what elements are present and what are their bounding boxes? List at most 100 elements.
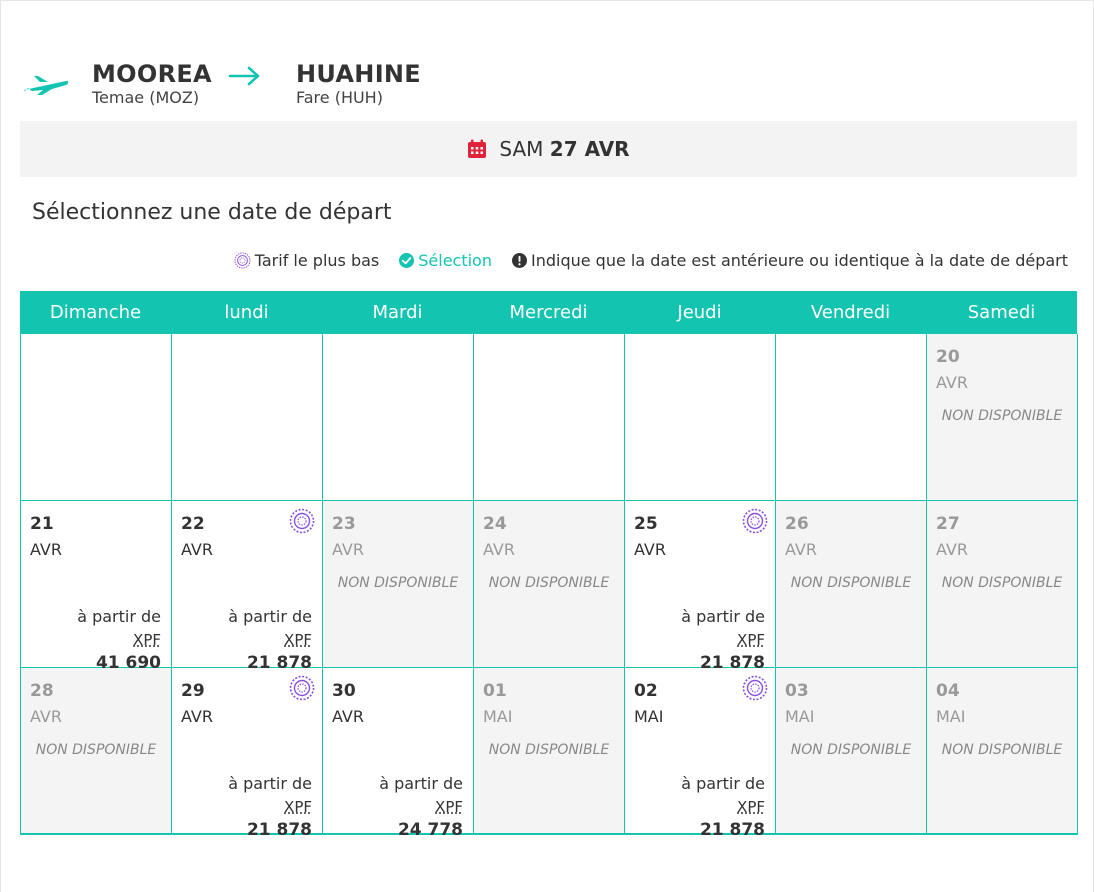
- calendar-day[interactable]: 22 AVR à partir de XPF 21 878: [172, 501, 323, 673]
- day-number: 03: [785, 681, 809, 701]
- weekday-friday: Vendredi: [810, 302, 891, 323]
- check-circle-icon: [399, 253, 415, 268]
- day-month: AVR: [936, 540, 968, 559]
- day-month: MAI: [936, 707, 966, 726]
- unavailable-label: NON DISPONIBLE: [35, 742, 157, 758]
- day-number: 02: [634, 681, 658, 701]
- from-label: à partir de: [379, 774, 463, 793]
- calendar-empty-cell: [776, 334, 927, 501]
- selected-day-month: 27 AVR: [549, 137, 630, 161]
- plane-icon: [24, 76, 69, 95]
- arrow-right-icon: [228, 66, 260, 86]
- day-number: 04: [936, 681, 960, 701]
- legend: Tarif le plus bas Sélection Indique que …: [234, 251, 1068, 270]
- day-number: 20: [936, 347, 960, 367]
- day-number: 28: [30, 681, 54, 701]
- lowest-fare-icon: [742, 675, 768, 701]
- calendar-day-unavailable: 20 AVR NON DISPONIBLE: [927, 334, 1078, 501]
- calendar-day[interactable]: 25 AVR à partir de XPF 21 878: [625, 501, 776, 673]
- unavailable-label: NON DISPONIBLE: [337, 575, 459, 591]
- legend-selection-label: Sélection: [418, 251, 492, 270]
- calendar-day[interactable]: 30 AVR à partir de XPF 24 778: [323, 668, 474, 840]
- from-label: à partir de: [228, 774, 312, 793]
- unavailable-label: NON DISPONIBLE: [941, 742, 1063, 758]
- calendar-day[interactable]: 02 MAI à partir de XPF 21 878: [625, 668, 776, 840]
- weekday-saturday: Samedi: [967, 302, 1036, 323]
- day-number: 30: [332, 681, 356, 701]
- day-month: AVR: [936, 373, 968, 392]
- destination-airport: Fare (HUH): [296, 88, 383, 107]
- calendar-day-unavailable: 28 AVR NON DISPONIBLE: [21, 668, 172, 835]
- day-month: MAI: [785, 707, 815, 726]
- price: 21 878: [246, 820, 312, 840]
- from-label: à partir de: [77, 607, 161, 626]
- currency-label: XPF: [284, 798, 312, 816]
- day-month: AVR: [30, 707, 62, 726]
- day-month: AVR: [332, 707, 364, 726]
- currency-label: XPF: [737, 798, 765, 816]
- lowest-fare-icon: [289, 508, 315, 534]
- from-label: à partir de: [228, 607, 312, 626]
- day-number: 01: [483, 681, 507, 701]
- price: 24 778: [397, 820, 463, 840]
- day-month: AVR: [181, 707, 213, 726]
- weekday-sunday: Dimanche: [49, 302, 142, 323]
- calendar-day-unavailable: 27 AVR NON DISPONIBLE: [927, 501, 1078, 668]
- unavailable-label: NON DISPONIBLE: [941, 575, 1063, 591]
- weekday-wednesday: Mercredi: [509, 302, 588, 323]
- destination-city: HUAHINE: [296, 60, 422, 88]
- unavailable-label: NON DISPONIBLE: [488, 742, 610, 758]
- day-month: AVR: [634, 540, 666, 559]
- origin: MOOREA Temae (MOZ): [92, 60, 212, 107]
- calendar-empty-cell: [625, 334, 776, 501]
- day-number: 29: [181, 681, 205, 701]
- currency-label: XPF: [133, 631, 161, 649]
- selected-date-bar[interactable]: SAM 27 AVR: [20, 121, 1077, 177]
- calendar-day-unavailable: 24 AVR NON DISPONIBLE: [474, 501, 625, 668]
- calendar-day-unavailable: 26 AVR NON DISPONIBLE: [776, 501, 927, 668]
- day-month: AVR: [30, 540, 62, 559]
- calendar-day[interactable]: 21 AVR à partir de XPF 41 690: [21, 501, 172, 673]
- day-number: 26: [785, 514, 809, 534]
- day-month: AVR: [332, 540, 364, 559]
- page-title: Sélectionnez une date de départ: [32, 200, 392, 225]
- currency-label: XPF: [737, 631, 765, 649]
- calendar-day-unavailable: 03 MAI NON DISPONIBLE: [776, 668, 927, 835]
- legend-info: Indique que la date est antérieure ou id…: [511, 251, 1068, 270]
- lowest-fare-icon: [234, 252, 251, 269]
- origin-airport: Temae (MOZ): [92, 88, 200, 107]
- calendar-grid: 20 AVR NON DISPONIBLE 21 AVR à partir de XPF 41…: [20, 334, 1078, 840]
- day-number: 27: [936, 514, 960, 534]
- unavailable-label: NON DISPONIBLE: [790, 742, 912, 758]
- day-number: 22: [181, 514, 205, 534]
- from-label: à partir de: [681, 774, 765, 793]
- exclamation-circle-icon: [511, 253, 527, 268]
- unavailable-label: NON DISPONIBLE: [488, 575, 610, 591]
- destination: HUAHINE Fare (HUH): [296, 60, 421, 107]
- from-label: à partir de: [681, 607, 765, 626]
- currency-label: XPF: [284, 631, 312, 649]
- weekday-tuesday: Mardi: [372, 302, 423, 323]
- selected-weekday: SAM: [499, 137, 544, 161]
- calendar-day-unavailable: 01 MAI NON DISPONIBLE: [474, 668, 625, 835]
- calendar-day-unavailable: 23 AVR NON DISPONIBLE: [323, 501, 474, 668]
- price: 21 878: [699, 820, 765, 840]
- calendar-day[interactable]: 29 AVR à partir de XPF 21 878: [172, 668, 323, 840]
- calendar-day-unavailable: 04 MAI NON DISPONIBLE: [927, 668, 1078, 835]
- day-number: 25: [634, 514, 658, 534]
- legend-lowest: Tarif le plus bas: [234, 251, 380, 270]
- day-number: 24: [483, 514, 507, 534]
- calendar-empty-cell: [474, 334, 625, 501]
- weekday-header: Dimanche lundi Mardi Mercredi Jeudi Vend…: [20, 291, 1077, 334]
- legend-info-label: Indique que la date est antérieure ou id…: [530, 251, 1068, 270]
- calendar-empty-cell: [323, 334, 474, 501]
- day-month: AVR: [483, 540, 515, 559]
- calendar-empty-cell: [172, 334, 323, 501]
- legend-selection: Sélection: [399, 251, 492, 270]
- origin-city: MOOREA: [92, 60, 212, 88]
- lowest-fare-icon: [742, 508, 768, 534]
- weekday-thursday: Jeudi: [677, 302, 722, 323]
- day-month: MAI: [483, 707, 513, 726]
- legend-lowest-label: Tarif le plus bas: [254, 251, 380, 270]
- unavailable-label: NON DISPONIBLE: [790, 575, 912, 591]
